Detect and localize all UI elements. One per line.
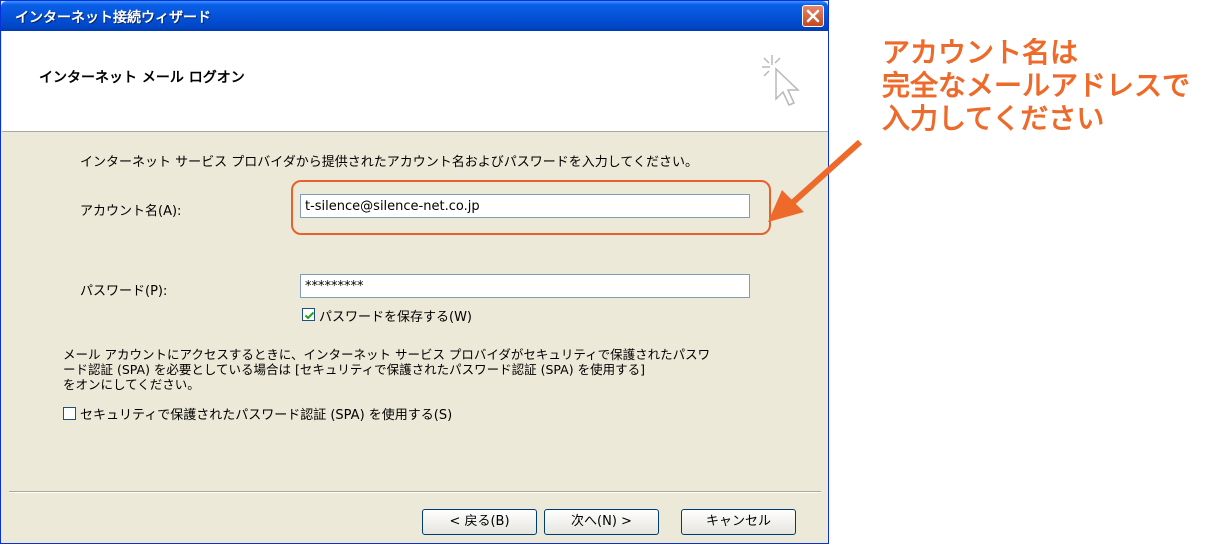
annotation-text: アカウント名は 完全なメールアドレスで 入力してください	[882, 36, 1190, 135]
password-input[interactable]	[300, 274, 750, 298]
cancel-button[interactable]: キャンセル	[681, 509, 796, 535]
next-button[interactable]: 次へ(N) >	[544, 509, 659, 535]
title-bar[interactable]: インターネット接続ウィザード	[1, 1, 828, 31]
save-password-checkbox[interactable]	[302, 308, 315, 321]
password-label: パスワード(P):	[80, 284, 168, 299]
account-name-input[interactable]	[300, 194, 750, 218]
spa-checkbox[interactable]	[63, 407, 76, 420]
spa-label: セキュリティで保護されたパスワード認証 (SPA) を使用する(S)	[80, 408, 453, 423]
window-title: インターネット接続ウィザード	[15, 10, 211, 26]
spa-note-line: をオンにしてください。	[63, 377, 200, 392]
annotation-line: アカウント名は	[882, 36, 1079, 69]
page-title: インターネット メール ログオン	[39, 70, 245, 86]
spa-note-line: メール アカウントにアクセスするときに、インターネット サービス プロバイダがセ…	[63, 347, 711, 362]
spa-note-line: ード認証 (SPA) を必要としている場合は [セキュリティで保護されたパスワー…	[63, 362, 645, 377]
checkmark-icon	[304, 311, 315, 320]
annotation-line: 完全なメールアドレスで	[882, 69, 1191, 102]
annotation-line: 入力してください	[882, 102, 1105, 135]
header-panel: インターネット メール ログオン	[2, 31, 828, 132]
wizard-cursor-icon	[762, 55, 800, 106]
intro-text: インターネット サービス プロバイダから提供されたアカウント名およびパスワードを…	[80, 155, 698, 170]
annotation-arrow-icon	[768, 140, 863, 222]
back-button[interactable]: < 戻る(B)	[422, 509, 537, 535]
spa-note: メール アカウントにアクセスするときに、インターネット サービス プロバイダがセ…	[63, 347, 763, 392]
close-icon	[806, 9, 820, 23]
wizard-dialog: インターネット接続ウィザード インターネット メール ログオン インターネット …	[0, 0, 829, 544]
close-button[interactable]	[802, 5, 824, 27]
save-password-label: パスワードを保存する(W)	[319, 310, 472, 325]
footer-separator	[9, 491, 821, 493]
account-name-label: アカウント名(A):	[80, 204, 182, 219]
